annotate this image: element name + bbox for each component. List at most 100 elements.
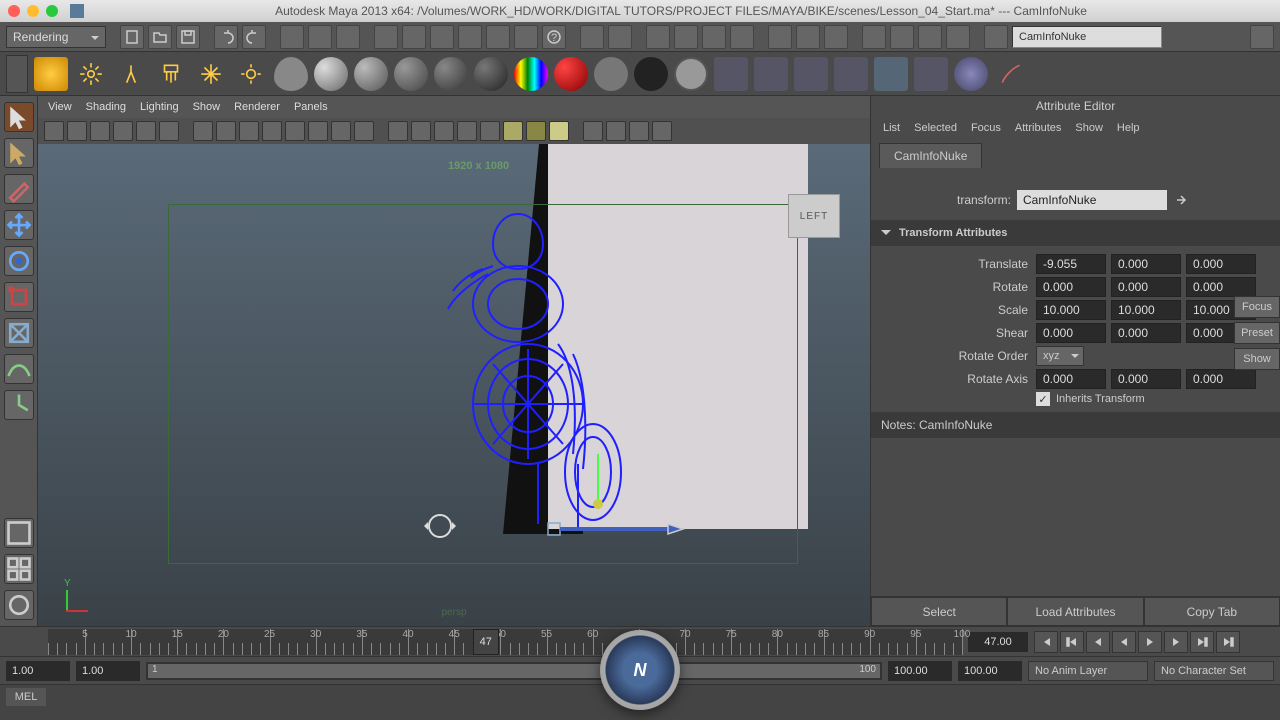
notes-section[interactable]: Notes: CamInfoNuke <box>871 412 1280 438</box>
playback-end-field[interactable]: 100.00 <box>888 661 952 681</box>
rotate-y-field[interactable]: 0.000 <box>1111 277 1181 297</box>
ae-menu-focus[interactable]: Focus <box>971 122 1001 134</box>
inherits-transform-checkbox[interactable]: ✓ <box>1036 392 1050 406</box>
transform-attributes-header[interactable]: Transform Attributes <box>871 220 1280 246</box>
history-on-icon[interactable] <box>674 25 698 49</box>
vp-gate-mask-icon[interactable] <box>262 121 282 141</box>
soft-mod-tool[interactable] <box>4 354 34 384</box>
ae-preset-button[interactable]: Preset <box>1234 322 1280 344</box>
construction-history-icon[interactable] <box>646 25 670 49</box>
volume-light-icon[interactable] <box>194 57 228 91</box>
step-forward-key-button[interactable] <box>1190 631 1214 653</box>
viewcube[interactable]: LEFT <box>788 194 840 238</box>
history-toggle-icon[interactable] <box>730 25 754 49</box>
ae-copy-tab-button[interactable]: Copy Tab <box>1144 597 1280 626</box>
lambert-mat-icon[interactable] <box>314 57 348 91</box>
vp-menu-lighting[interactable]: Lighting <box>140 101 179 113</box>
rotate-order-dropdown[interactable]: xyz <box>1036 346 1084 366</box>
show-outliner-icon[interactable] <box>890 25 914 49</box>
close-window-icon[interactable] <box>8 5 20 17</box>
vp-res-gate-icon[interactable] <box>239 121 259 141</box>
viewport-3d[interactable]: 1920 x 1080 <box>38 144 870 626</box>
ae-menu-attributes[interactable]: Attributes <box>1015 122 1061 134</box>
vp-menu-shading[interactable]: Shading <box>86 101 126 113</box>
sidebar-toggle-icon[interactable] <box>1250 25 1274 49</box>
vp-safe-action-icon[interactable] <box>308 121 328 141</box>
vp-lock-camera-icon[interactable] <box>67 121 87 141</box>
scale-x-field[interactable]: 10.000 <box>1036 300 1106 320</box>
vp-xray-joints-icon[interactable] <box>629 121 649 141</box>
phong-mat-icon[interactable] <box>394 57 428 91</box>
vp-2d-pan-icon[interactable] <box>136 121 156 141</box>
vp-safe-title-icon[interactable] <box>331 121 351 141</box>
render-view-icon[interactable] <box>714 57 748 91</box>
vp-expose-icon[interactable] <box>652 121 672 141</box>
snap-curve-icon[interactable] <box>402 25 426 49</box>
3dpaint-icon[interactable] <box>954 57 988 91</box>
shading-mat-icon[interactable] <box>634 57 668 91</box>
lasso-tool[interactable] <box>4 138 34 168</box>
select-by-component-icon[interactable] <box>336 25 360 49</box>
vp-xray-icon[interactable] <box>606 121 626 141</box>
render-settings-icon[interactable] <box>824 25 848 49</box>
batch-render-icon[interactable] <box>754 57 788 91</box>
select-by-object-icon[interactable] <box>308 25 332 49</box>
layout-icon[interactable] <box>984 25 1008 49</box>
anim-end-field[interactable]: 100.00 <box>958 661 1022 681</box>
ae-menu-show[interactable]: Show <box>1075 122 1103 134</box>
vp-grease-icon[interactable] <box>159 121 179 141</box>
area-light-icon[interactable] <box>154 57 188 91</box>
history-off-icon[interactable] <box>702 25 726 49</box>
brush-icon[interactable] <box>994 57 1028 91</box>
snap-live-icon[interactable] <box>486 25 510 49</box>
step-back-key-button[interactable] <box>1060 631 1084 653</box>
range-slider[interactable]: 1 100 <box>146 662 882 680</box>
play-backward-button[interactable] <box>1112 631 1136 653</box>
ae-load-attributes-button[interactable]: Load Attributes <box>1007 597 1143 626</box>
anim-start-field[interactable]: 1.00 <box>6 661 70 681</box>
vp-field-chart-icon[interactable] <box>285 121 305 141</box>
snap-plane-icon[interactable] <box>458 25 482 49</box>
blinn-mat-icon[interactable] <box>354 57 388 91</box>
vp-select-camera-icon[interactable] <box>44 121 64 141</box>
directional-light-icon[interactable] <box>34 57 68 91</box>
ramp-mat-icon[interactable] <box>514 57 548 91</box>
move-tool[interactable] <box>4 210 34 240</box>
save-scene-icon[interactable] <box>176 25 200 49</box>
ae-menu-selected[interactable]: Selected <box>914 122 957 134</box>
vp-image-plane-icon[interactable] <box>113 121 133 141</box>
character-set-dropdown[interactable]: No Character Set <box>1154 661 1274 681</box>
ae-focus-button[interactable]: Focus <box>1234 296 1280 318</box>
select-tool[interactable] <box>4 102 34 132</box>
rotate-axis-z-field[interactable]: 0.000 <box>1186 369 1256 389</box>
ambient-light-icon[interactable] <box>234 57 268 91</box>
vp-flat-icon[interactable] <box>411 121 431 141</box>
render-globals-icon[interactable] <box>794 57 828 91</box>
vp-bookmark-icon[interactable] <box>90 121 110 141</box>
module-dropdown[interactable]: Rendering <box>6 26 106 48</box>
vp-lights-icon[interactable] <box>503 121 523 141</box>
vp-film-gate-icon[interactable] <box>216 121 236 141</box>
hypershade-icon[interactable] <box>834 57 868 91</box>
playback-start-field[interactable]: 1.00 <box>76 661 140 681</box>
rotate-z-field[interactable]: 0.000 <box>1186 277 1256 297</box>
show-graph-icon[interactable] <box>918 25 942 49</box>
shear-y-field[interactable]: 0.000 <box>1111 323 1181 343</box>
show-dope-icon[interactable] <box>946 25 970 49</box>
vp-shadows-icon[interactable] <box>526 121 546 141</box>
scale-tool[interactable] <box>4 282 34 312</box>
surface-mat-icon[interactable] <box>594 57 628 91</box>
vp-isolate-icon[interactable] <box>583 121 603 141</box>
current-time-indicator[interactable]: 47 <box>473 629 499 655</box>
undo-icon[interactable] <box>214 25 238 49</box>
anisotropic-mat-icon[interactable] <box>474 57 508 91</box>
ae-menu-list[interactable]: List <box>883 122 900 134</box>
select-by-hierarchy-icon[interactable] <box>280 25 304 49</box>
spot-light-icon[interactable] <box>114 57 148 91</box>
translate-y-field[interactable]: 0.000 <box>1111 254 1181 274</box>
custom-layout[interactable] <box>4 590 34 620</box>
universal-manip-tool[interactable] <box>4 318 34 348</box>
vp-shaded-icon[interactable] <box>434 121 454 141</box>
snap-point-icon[interactable] <box>430 25 454 49</box>
vp-menu-panels[interactable]: Panels <box>294 101 328 113</box>
